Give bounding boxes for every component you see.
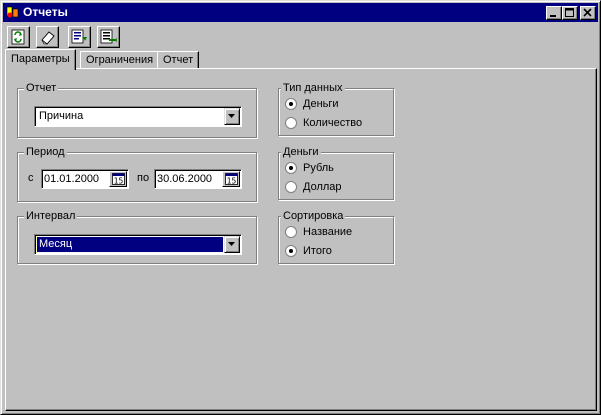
period-to-field[interactable]: 30.06.2000 15 (154, 169, 242, 189)
radio-quantity[interactable] (285, 117, 297, 129)
maximize-button[interactable] (562, 6, 578, 20)
title-bar[interactable]: Отчеты (3, 3, 598, 22)
from-calendar-day: 15 (114, 176, 124, 185)
clear-button[interactable] (36, 26, 59, 48)
interval-group-label: Интервал (24, 209, 78, 223)
period-group-label: Период (24, 145, 67, 159)
report-group-label: Отчет (24, 81, 59, 95)
calendar-icon: 15 (225, 173, 238, 185)
minimize-icon (550, 15, 556, 17)
to-calendar-button[interactable]: 15 (222, 171, 240, 187)
eraser-icon (41, 31, 55, 45)
calendar-icon: 15 (112, 173, 125, 185)
tab-report[interactable]: Отчет (157, 51, 200, 69)
period-group: Период с 01.01.2000 15 по 30.06.2000 15 (17, 145, 257, 202)
export-icon (100, 29, 117, 44)
data-type-money-label[interactable]: Деньги (303, 97, 339, 111)
parameters-panel: Отчет Причина Период с 01.01.2000 15 по … (5, 68, 597, 411)
radio-total-selected[interactable] (285, 245, 297, 257)
radio-name[interactable] (285, 226, 297, 238)
chevron-down-icon (228, 114, 235, 118)
tab-parameters[interactable]: Параметры (5, 49, 76, 70)
interval-select-value: Месяц (36, 236, 224, 253)
period-to-value: 30.06.2000 (157, 173, 213, 185)
refresh-button[interactable] (7, 26, 30, 48)
money-group-label: Деньги (281, 145, 321, 159)
window-title: Отчеты (23, 5, 68, 19)
reports-window: Отчеты Параметры Ограничения Отчет Отчет… (0, 0, 601, 415)
period-from-field[interactable]: 01.01.2000 15 (41, 169, 129, 189)
data-type-group-label: Тип данных (281, 81, 345, 95)
sort-total-label[interactable]: Итого (303, 244, 332, 258)
report-select-value: Причина (39, 110, 84, 122)
sort-name-label[interactable]: Название (303, 225, 352, 239)
money-group: Деньги Рубль Доллар (278, 145, 394, 200)
close-icon (583, 8, 592, 17)
interval-dropdown-button[interactable] (224, 236, 240, 253)
to-calendar-day: 15 (227, 176, 237, 185)
interval-select[interactable]: Месяц (34, 234, 242, 255)
maximize-icon (565, 8, 574, 17)
refresh-icon (11, 29, 25, 45)
export-button[interactable] (97, 26, 120, 48)
radio-dollar[interactable] (285, 181, 297, 193)
period-from-label: с (28, 172, 34, 184)
interval-group: Интервал Месяц (17, 209, 257, 264)
radio-ruble-selected[interactable] (285, 162, 297, 174)
report-group: Отчет Причина (17, 81, 257, 138)
data-type-quantity-label[interactable]: Количество (303, 116, 362, 130)
reports-app-icon[interactable] (6, 5, 20, 19)
report-dropdown-button[interactable] (224, 108, 240, 125)
money-ruble-label[interactable]: Рубль (303, 161, 334, 175)
report-icon (71, 29, 87, 44)
tab-restrictions[interactable]: Ограничения (80, 51, 160, 69)
period-from-value: 01.01.2000 (44, 173, 100, 185)
minimize-button[interactable] (546, 6, 562, 20)
sort-group: Сортировка Название Итого (278, 209, 394, 264)
sort-group-label: Сортировка (281, 209, 346, 223)
radio-money-selected[interactable] (285, 98, 297, 110)
report-button[interactable] (68, 26, 91, 48)
close-button[interactable] (580, 6, 596, 20)
money-dollar-label[interactable]: Доллар (303, 180, 342, 194)
period-to-label: по (137, 172, 150, 184)
report-select[interactable]: Причина (34, 106, 242, 127)
chevron-down-icon (228, 242, 235, 246)
from-calendar-button[interactable]: 15 (109, 171, 127, 187)
data-type-group: Тип данных Деньги Количество (278, 81, 394, 136)
